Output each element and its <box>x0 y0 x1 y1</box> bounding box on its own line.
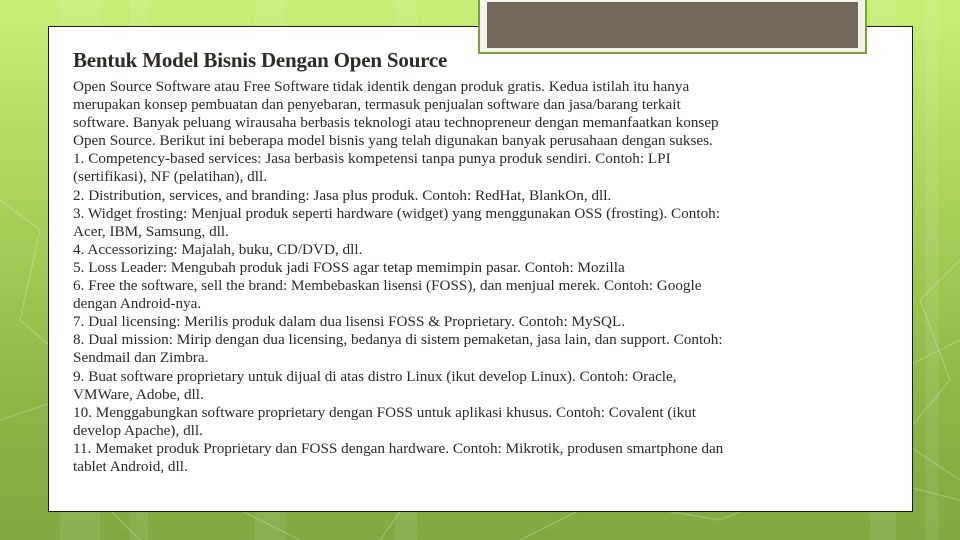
list-item-1-continued: (sertifikasi), NF (pelatihan), dll. <box>73 168 268 186</box>
list-item-5: 5. Loss Leader: Mengubah produk jadi FOS… <box>73 258 625 276</box>
list-item-6-continued: dengan Android-nya. <box>73 295 202 313</box>
list-item-9-continued: VMWare, Adobe, dll. <box>73 385 204 403</box>
intro-line: Open Source. Berikut ini beberapa model … <box>73 132 713 150</box>
list-item-8: 8. Dual mission: Mirip dengan dua licens… <box>73 331 723 349</box>
list-item-9: 9. Buat software proprietary untuk dijua… <box>73 367 677 385</box>
list-item-8-continued: Sendmail dan Zimbra. <box>73 349 209 367</box>
list-item-10-continued: develop Apache), dll. <box>73 421 203 439</box>
list-item-3-continued: Acer, IBM, Samsung, dll. <box>73 222 229 240</box>
list-item-10: 10. Menggabungkan software proprietary d… <box>73 403 697 421</box>
intro-line: merupakan konsep pembuatan dan penyebara… <box>73 96 681 114</box>
list-item-4: 4. Accessorizing: Majalah, buku, CD/DVD,… <box>73 240 363 258</box>
list-item-7: 7. Dual licensing: Merilis produk dalam … <box>73 313 626 331</box>
list-item-1: 1. Competency-based services: Jasa berba… <box>73 150 671 168</box>
slide-body-text: Open Source Software atau Free Software … <box>73 78 903 476</box>
intro-line: software. Banyak peluang wirausaha berba… <box>73 114 719 132</box>
intro-line: Open Source Software atau Free Software … <box>73 78 690 95</box>
list-item-3: 3. Widget frosting: Menjual produk seper… <box>73 204 720 222</box>
title-placeholder-fill <box>487 2 858 48</box>
list-item-11: 11. Memaket produk Proprietary dan FOSS … <box>73 439 724 457</box>
list-item-6: 6. Free the software, sell the brand: Me… <box>73 277 702 295</box>
slide-title: Bentuk Model Bisnis Dengan Open Source <box>73 48 448 72</box>
title-placeholder-box <box>478 0 867 54</box>
list-item-2: 2. Distribution, services, and branding:… <box>73 186 612 204</box>
list-item-11-continued: tablet Android, dll. <box>73 457 188 475</box>
